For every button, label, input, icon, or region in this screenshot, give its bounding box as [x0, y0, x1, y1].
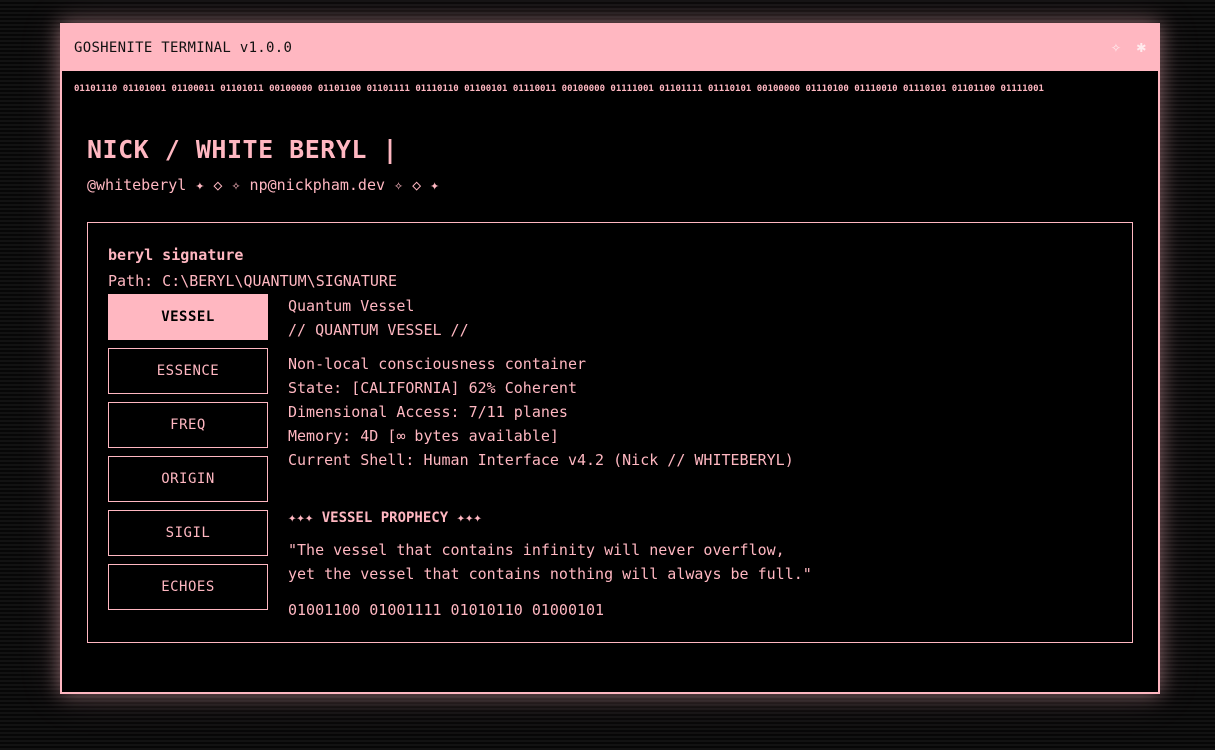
signature-panel: beryl signature Path: C:\BERYL\QUANTUM\S… [87, 222, 1133, 643]
vessel-name: Quantum Vessel [288, 297, 415, 315]
prophecy-line: "The vessel that contains infinity will … [288, 541, 785, 559]
title-bar: GOSHENITE TERMINAL v1.0.0 ✧ ✱ [62, 25, 1158, 71]
tab-essence[interactable]: ESSENCE [108, 348, 268, 394]
tab-freq[interactable]: FREQ [108, 402, 268, 448]
tab-vessel[interactable]: VESSEL [108, 294, 268, 340]
path-label: Path: C:\BERYL\QUANTUM\SIGNATURE [108, 272, 397, 290]
binary-ticker: 01101110 01101001 01100011 01101011 0010… [74, 84, 1044, 94]
window-controls: ✧ ✱ [1105, 38, 1146, 56]
detail-line: Non-local consciousness container [288, 355, 587, 373]
contact-line: @whiteberyl ✦ ◇ ✧ np@nickpham.dev ✧ ◇ ✦ [87, 176, 440, 194]
binary-signature: 01001100 01001111 01010110 01000101 [288, 601, 605, 619]
terminal-window: GOSHENITE TERMINAL v1.0.0 ✧ ✱ 01101110 0… [60, 23, 1160, 694]
prophecy-line: yet the vessel that contains nothing wil… [288, 565, 812, 583]
panel-title: beryl signature [108, 246, 244, 264]
sparkle-icon[interactable]: ✧ [1111, 37, 1121, 56]
tab-echoes[interactable]: ECHOES [108, 564, 268, 610]
window-title: GOSHENITE TERMINAL v1.0.0 [74, 40, 293, 56]
prophecy-title: ✦✦✦ VESSEL PROPHECY ✦✦✦ [288, 510, 482, 526]
detail-line: State: [CALIFORNIA] 62% Coherent [288, 379, 577, 397]
detail-line: Memory: 4D [∞ bytes available] [288, 427, 559, 445]
tab-origin[interactable]: ORIGIN [108, 456, 268, 502]
page-title: NICK / WHITE BERYL | [87, 135, 399, 164]
tab-sigil[interactable]: SIGIL [108, 510, 268, 556]
vessel-header: // QUANTUM VESSEL // [288, 321, 469, 339]
asterisk-icon[interactable]: ✱ [1136, 37, 1146, 56]
detail-line: Dimensional Access: 7/11 planes [288, 403, 568, 421]
detail-line: Current Shell: Human Interface v4.2 (Nic… [288, 451, 794, 469]
